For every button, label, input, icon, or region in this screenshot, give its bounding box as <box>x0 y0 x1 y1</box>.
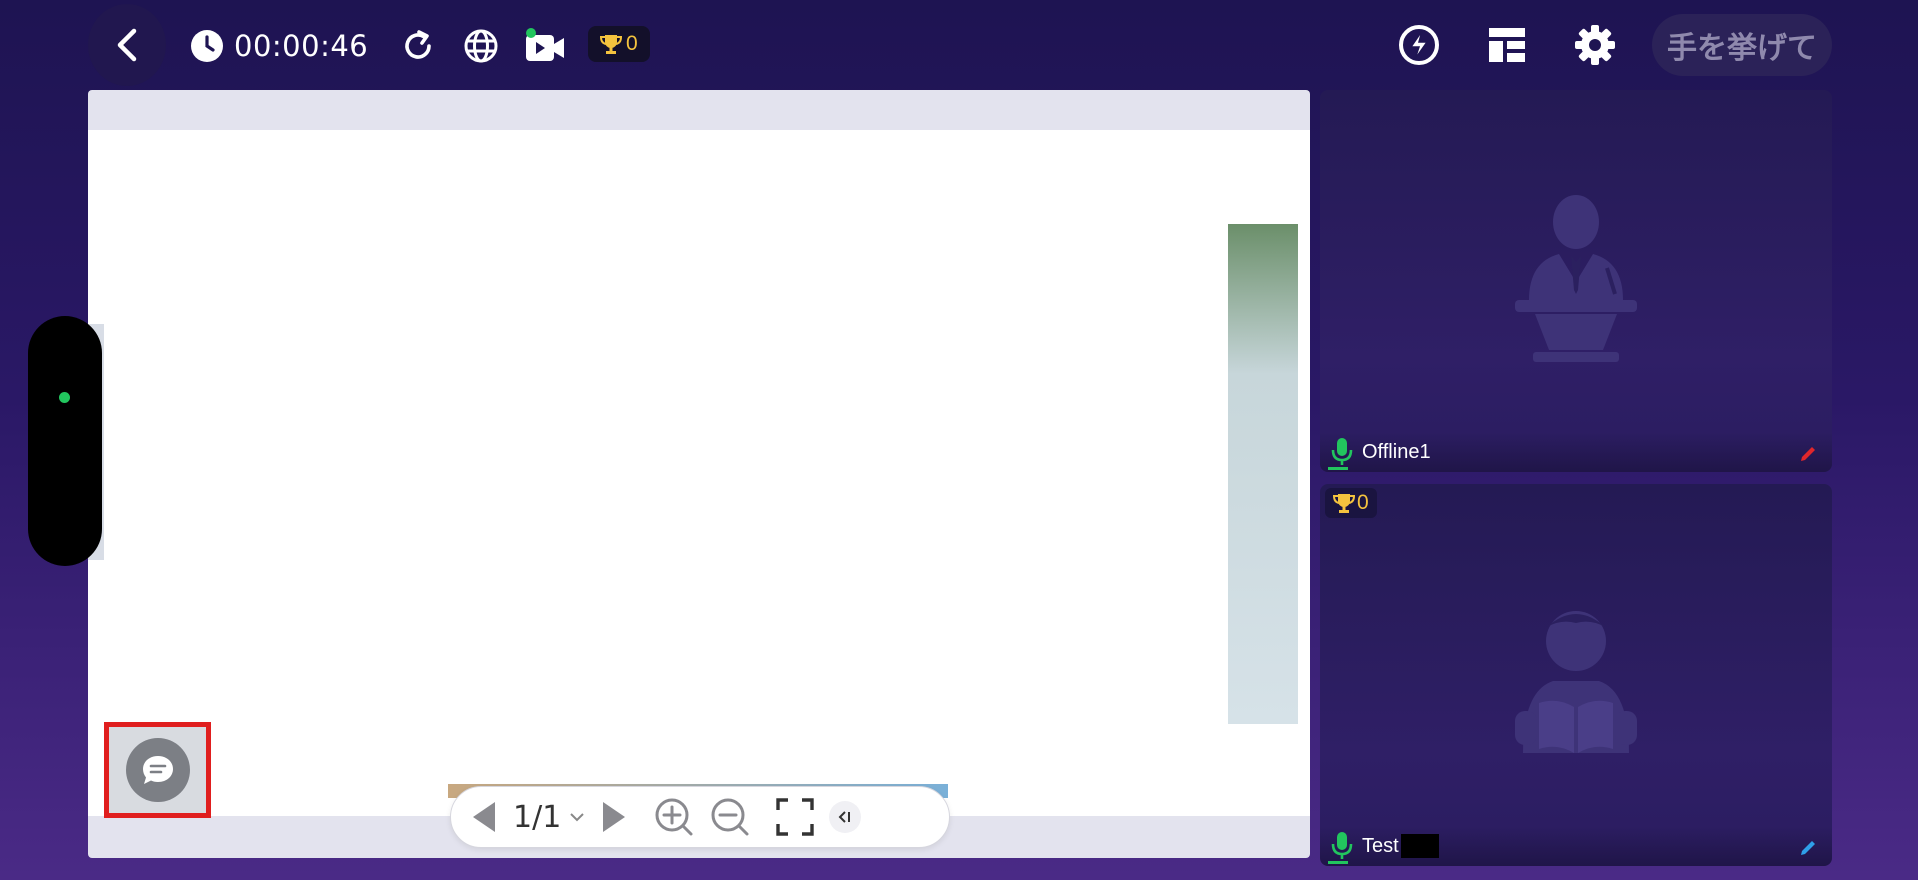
trophy-count: 0 <box>626 32 638 55</box>
next-page-button[interactable] <box>599 793 629 841</box>
document-edge-image <box>1228 224 1298 724</box>
quick-action-button[interactable] <box>1396 22 1442 68</box>
refresh-button[interactable] <box>396 24 440 68</box>
video-footer: Offline1 <box>1320 432 1832 472</box>
participant-name: Offline1 <box>1362 440 1431 463</box>
side-handle[interactable] <box>28 316 102 566</box>
clock-icon <box>191 30 223 62</box>
chat-button-highlight <box>104 722 211 818</box>
back-button[interactable] <box>88 4 166 86</box>
collapse-pagebar-button[interactable] <box>829 801 862 833</box>
layout-button[interactable] <box>1484 22 1530 68</box>
recording-button[interactable] <box>523 24 567 68</box>
pencil-permission-icon[interactable] <box>1798 444 1818 464</box>
video-panel-student[interactable]: 0 Test <box>1320 484 1832 866</box>
trophy-counter: 0 <box>588 26 650 62</box>
gear-icon <box>1575 25 1615 65</box>
chat-button[interactable] <box>125 738 190 802</box>
class-timer: 00:00:46 <box>190 26 368 66</box>
chat-bubble-icon <box>142 756 173 784</box>
page-navigation-bar: 1/1 <box>450 786 950 848</box>
video-camera-icon <box>526 28 564 61</box>
fullscreen-button[interactable] <box>775 793 815 841</box>
zoom-in-button[interactable] <box>653 793 695 841</box>
zoom-out-button[interactable] <box>709 793 751 841</box>
settings-button[interactable] <box>1572 22 1618 68</box>
chevron-left-icon <box>117 28 137 62</box>
layout-icon <box>1489 28 1525 62</box>
network-button[interactable] <box>459 24 503 68</box>
page-indicator[interactable]: 1/1 <box>513 800 561 835</box>
timer-text: 00:00:46 <box>234 29 369 63</box>
chevron-down-icon <box>570 813 584 822</box>
refresh-icon <box>405 30 431 59</box>
microphone-icon <box>1331 832 1353 859</box>
student-trophy-counter: 0 <box>1325 488 1377 518</box>
page-dropdown[interactable] <box>569 793 585 841</box>
microphone-icon <box>1331 438 1353 465</box>
redacted-name-block <box>1400 834 1439 858</box>
pencil-permission-icon[interactable] <box>1798 838 1818 858</box>
video-footer: Test <box>1320 826 1832 866</box>
audio-level-bar <box>1328 861 1348 864</box>
top-bar: 00:00:46 0 手を挙げて <box>0 0 1918 90</box>
trophy-icon <box>1333 494 1355 513</box>
student-trophy-count: 0 <box>1357 491 1369 514</box>
trophy-icon <box>600 35 622 54</box>
audio-level-bar <box>1328 467 1348 470</box>
zoom-out-icon <box>711 798 749 836</box>
whiteboard[interactable]: 1/1 <box>88 90 1310 858</box>
triangle-right-icon <box>603 802 626 832</box>
lightning-icon <box>1399 25 1439 65</box>
participant-name: Test <box>1362 834 1399 857</box>
globe-icon <box>464 29 498 63</box>
student-avatar <box>1506 588 1646 788</box>
video-panel-teacher[interactable]: Offline1 <box>1320 90 1832 472</box>
previous-page-button[interactable] <box>469 793 499 841</box>
zoom-in-icon <box>655 798 693 836</box>
triangle-left-icon <box>473 802 495 832</box>
whiteboard-canvas[interactable] <box>88 130 1310 816</box>
status-dot <box>59 392 70 403</box>
teacher-placeholder-icon <box>1515 195 1637 362</box>
student-reading-icon <box>1515 611 1637 753</box>
fullscreen-icon <box>776 798 814 836</box>
raise-hand-button[interactable]: 手を挙げて <box>1652 14 1832 76</box>
teacher-avatar <box>1506 180 1646 380</box>
collapse-left-icon <box>838 811 851 823</box>
